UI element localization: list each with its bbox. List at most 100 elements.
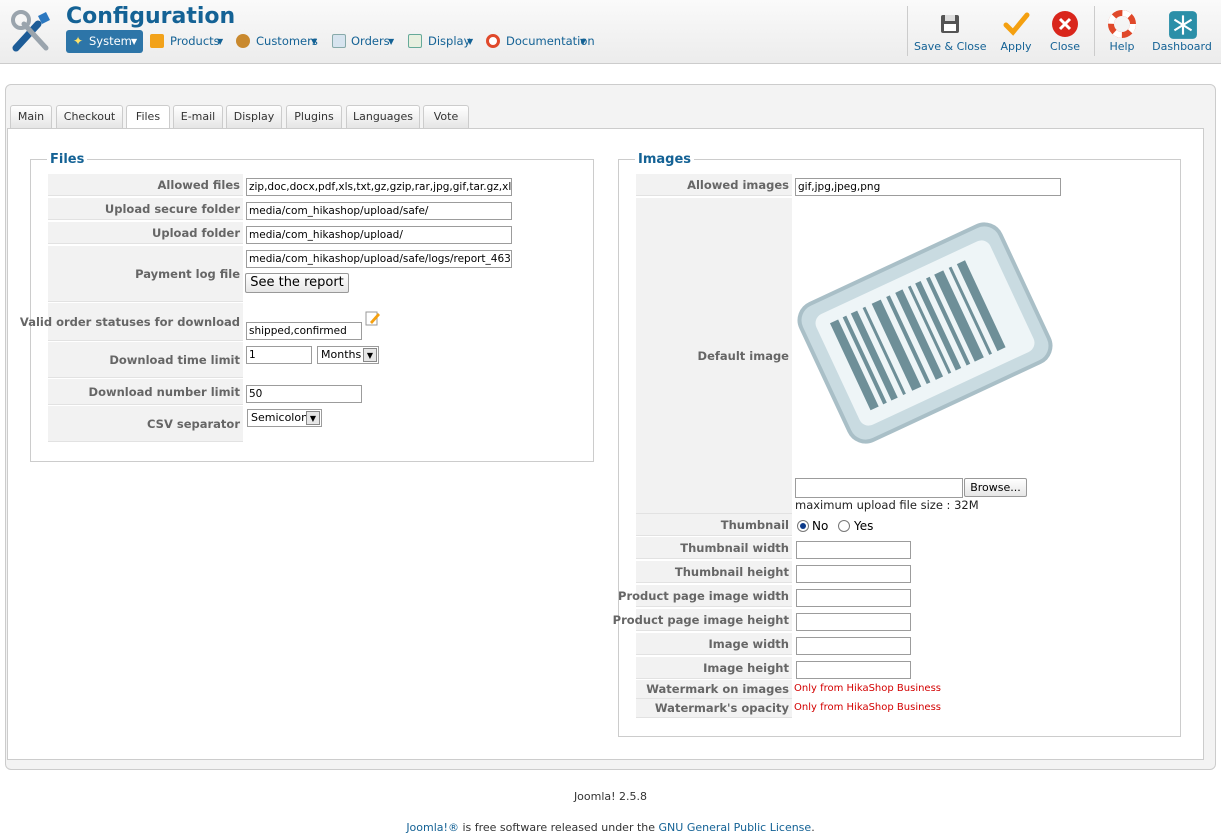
menu-products[interactable]: Products ▼: [150, 30, 230, 53]
thumbnail-no-radio[interactable]: [797, 520, 809, 532]
upload-folder-label: Upload folder: [48, 222, 243, 244]
wand-icon: ✦: [72, 34, 84, 48]
thumbnail-yes-radio[interactable]: [838, 520, 850, 532]
allowed-images-label: Allowed images: [636, 174, 792, 196]
checkmark-icon: [1003, 12, 1030, 36]
download-number-label: Download number limit: [48, 379, 243, 405]
customers-icon: [236, 34, 250, 48]
menu-label: Products: [170, 34, 220, 48]
chevron-down-icon: ▼: [311, 37, 318, 46]
dashboard-button[interactable]: Dashboard: [1152, 6, 1212, 58]
edit-icon[interactable]: [365, 310, 381, 326]
dashboard-icon: [1169, 11, 1197, 39]
menu-label: Orders: [351, 34, 390, 48]
menu-documentation[interactable]: Documentation ▼: [486, 30, 596, 53]
thumbnail-height-label: Thumbnail height: [636, 561, 792, 583]
chevron-down-icon: ▼: [580, 37, 587, 46]
menu-orders[interactable]: Orders ▼: [332, 30, 402, 53]
product-width-input[interactable]: [796, 589, 911, 607]
header-bar: Configuration ✦ System ▼ Products ▼ Cust…: [0, 0, 1221, 64]
footer-text: is free software released under the: [458, 821, 659, 834]
save-icon: [941, 15, 959, 33]
file-upload-input[interactable]: [795, 478, 963, 498]
gpl-link[interactable]: GNU General Public License: [659, 821, 812, 834]
payment-log-input[interactable]: media/com_hikashop/upload/safe/logs/repo…: [246, 250, 512, 268]
menu-display[interactable]: Display ▼: [408, 30, 480, 53]
download-time-input[interactable]: 1: [246, 346, 312, 364]
valid-statuses-input[interactable]: shipped,confirmed: [246, 322, 362, 340]
upload-folder-input[interactable]: media/com_hikashop/upload/: [246, 226, 512, 244]
tab-checkout[interactable]: Checkout: [56, 105, 123, 129]
download-time-label: Download time limit: [48, 342, 243, 378]
orders-icon: [332, 34, 346, 48]
product-width-label: Product page image width: [618, 585, 792, 607]
close-button[interactable]: Close: [1045, 6, 1085, 58]
image-width-input[interactable]: [796, 637, 911, 655]
valid-statuses-label: Valid order statuses for download: [20, 303, 243, 341]
see-report-button[interactable]: See the report: [245, 273, 349, 293]
products-icon: [150, 34, 164, 48]
max-upload-text: maximum upload file size : 32M: [795, 498, 979, 512]
images-legend: Images: [638, 152, 692, 167]
tab-main[interactable]: Main: [10, 105, 52, 129]
joomla-link[interactable]: Joomla!®: [406, 821, 459, 834]
csv-separator-select[interactable]: Semicolon ▼: [247, 409, 322, 427]
help-label: Help: [1109, 40, 1135, 53]
chevron-down-icon: ▼: [388, 37, 395, 46]
image-height-label: Image height: [636, 657, 792, 679]
apply-label: Apply: [1000, 40, 1032, 53]
watermark-opacity-label: Watermark's opacity: [636, 699, 792, 718]
menu-system[interactable]: ✦ System ▼: [66, 30, 143, 53]
chevron-down-icon: ▼: [467, 37, 474, 46]
download-time-unit-select[interactable]: Months ▼: [317, 346, 379, 364]
tab-languages[interactable]: Languages: [346, 105, 420, 129]
display-icon: [408, 34, 422, 48]
download-number-input[interactable]: 50: [246, 385, 362, 403]
product-height-input[interactable]: [796, 613, 911, 631]
allowed-images-input[interactable]: gif,jpg,jpeg,png: [795, 178, 1061, 196]
tools-icon: [11, 10, 50, 52]
watermark-opacity-business-note: Only from HikaShop Business: [794, 702, 942, 713]
watermark-label: Watermark on images: [636, 680, 792, 699]
thumbnail-label: Thumbnail: [636, 514, 792, 536]
lifebuoy-icon: [1108, 10, 1136, 38]
lifebuoy-icon: [486, 34, 500, 48]
files-legend: Files: [50, 152, 85, 167]
barcode-image: [797, 222, 1053, 444]
tab-plugins[interactable]: Plugins: [286, 105, 342, 129]
browse-button[interactable]: Browse...: [964, 478, 1027, 497]
upload-secure-input[interactable]: media/com_hikashop/upload/safe/: [246, 202, 512, 220]
thumbnail-yes-label: Yes: [854, 519, 874, 533]
footer-version: Joomla! 2.5.8: [573, 790, 648, 803]
tab-email[interactable]: E-mail: [173, 105, 223, 129]
close-icon: [1052, 11, 1078, 37]
save-close-button[interactable]: Save & Close: [914, 6, 987, 58]
default-image-label: Default image: [636, 198, 792, 514]
tab-display[interactable]: Display: [226, 105, 282, 129]
csv-separator-label: CSV separator: [48, 406, 243, 442]
image-height-input[interactable]: [796, 661, 911, 679]
upload-secure-label: Upload secure folder: [48, 198, 243, 220]
apply-button[interactable]: Apply: [994, 6, 1038, 58]
menu-label: System: [89, 34, 132, 48]
close-label: Close: [1050, 40, 1080, 53]
chevron-down-icon: ▼: [306, 411, 320, 425]
thumbnail-width-input[interactable]: [796, 541, 911, 559]
chevron-down-icon: ▼: [131, 37, 138, 46]
footer-license: Joomla!® is free software released under…: [0, 821, 1221, 834]
payment-log-label: Payment log file: [48, 246, 243, 302]
menu-customers[interactable]: Customers ▼: [236, 30, 326, 53]
chevron-down-icon: ▼: [363, 348, 377, 362]
menu-label: Customers: [256, 34, 318, 48]
thumbnail-row: Thumbnail: [636, 514, 1156, 536]
image-width-label: Image width: [636, 633, 792, 655]
help-button[interactable]: Help: [1102, 6, 1142, 58]
thumbnail-height-input[interactable]: [796, 565, 911, 583]
dashboard-label: Dashboard: [1152, 40, 1212, 53]
tab-vote[interactable]: Vote: [423, 105, 469, 129]
tab-files[interactable]: Files: [126, 105, 170, 130]
menu-label: Display: [428, 34, 471, 48]
footer-end: .: [811, 821, 815, 834]
allowed-files-input[interactable]: zip,doc,docx,pdf,xls,txt,gz,gzip,rar,jpg…: [246, 178, 512, 196]
allowed-files-label: Allowed files: [48, 174, 243, 196]
